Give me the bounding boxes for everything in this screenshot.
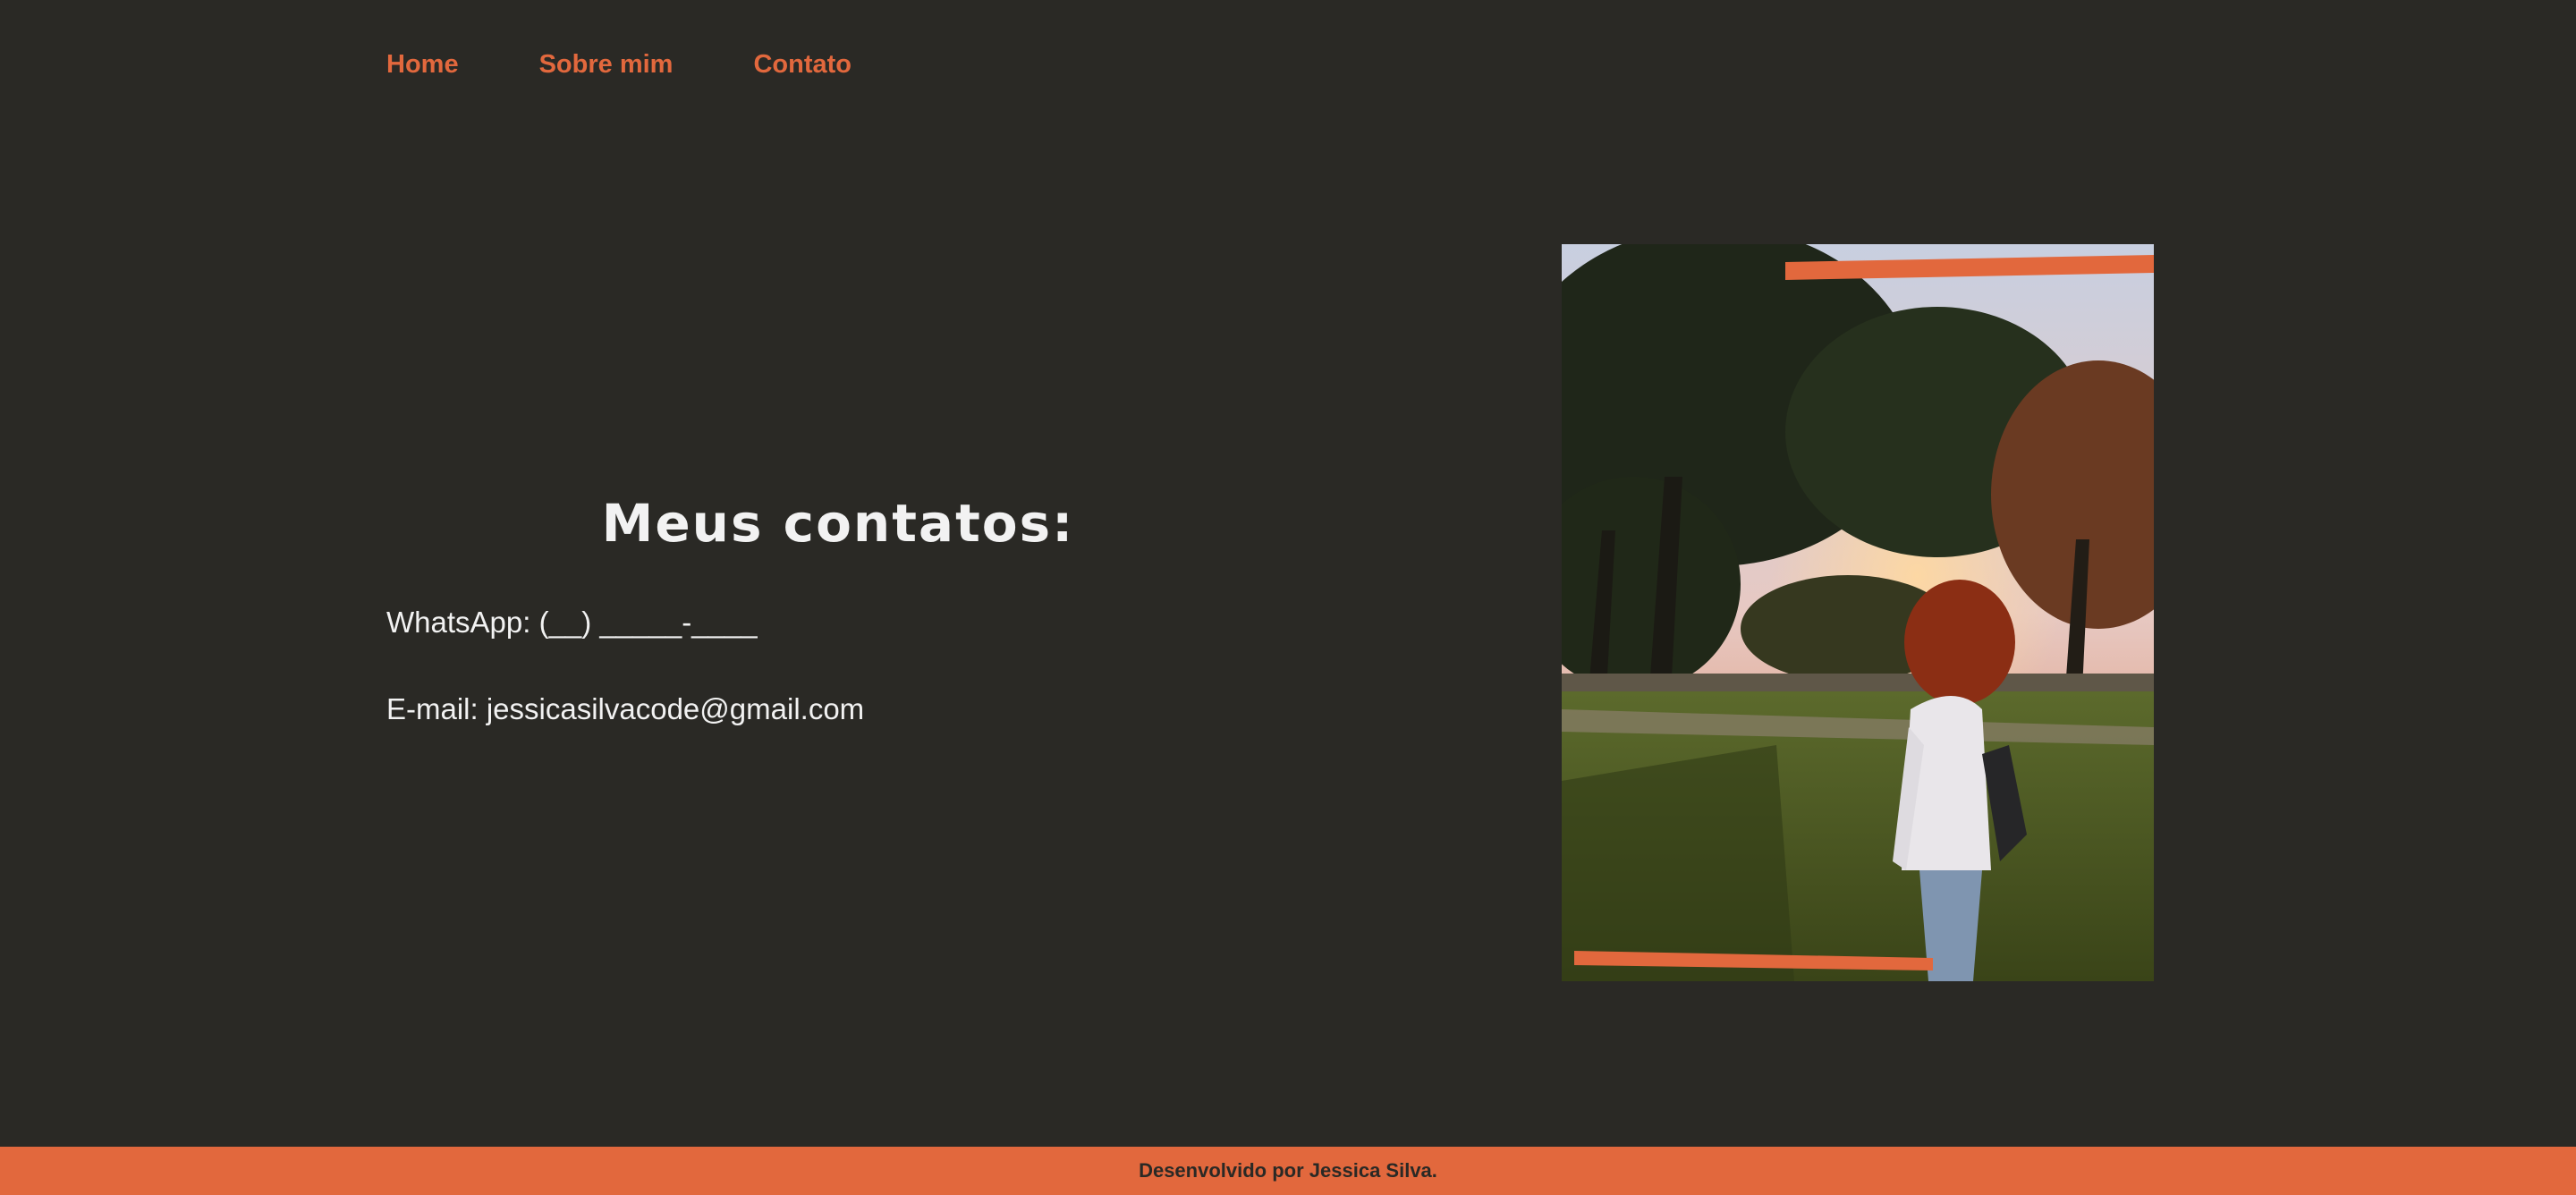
main-nav: Home Sobre mim Contato [386, 48, 852, 81]
nav-link-sobre-mim[interactable]: Sobre mim [539, 48, 674, 81]
footer-credit: Desenvolvido por Jessica Silva. [1139, 1159, 1437, 1182]
profile-photo [1562, 244, 2154, 981]
park-photo-illustration [1562, 244, 2154, 981]
nav-link-home[interactable]: Home [386, 48, 459, 81]
whatsapp-contact: WhatsApp: (__) _____-____ [386, 606, 758, 639]
footer: Desenvolvido por Jessica Silva. [0, 1147, 2576, 1195]
email-contact: E-mail: jessicasilvacode@gmail.com [386, 692, 865, 725]
page-title: Meus contatos: [601, 493, 1075, 554]
nav-link-contato[interactable]: Contato [753, 48, 852, 81]
